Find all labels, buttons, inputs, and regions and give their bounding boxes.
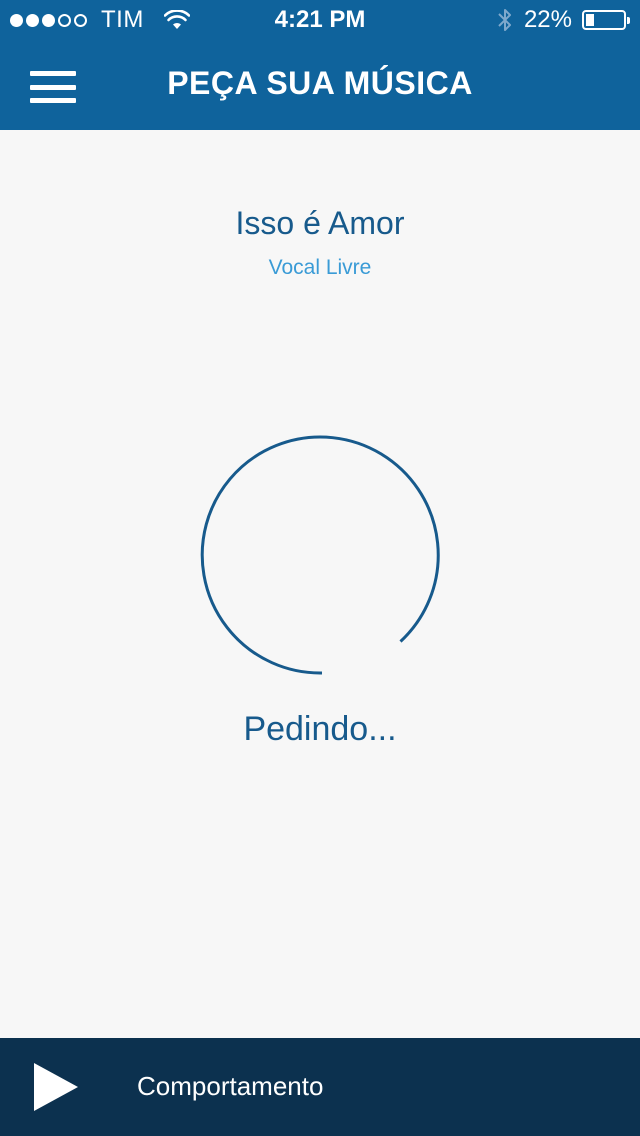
bluetooth-icon [498, 9, 511, 31]
mini-player: Comportamento [0, 1038, 640, 1136]
battery-percent: 22% [523, 6, 572, 33]
battery-icon [582, 10, 630, 30]
play-icon[interactable] [34, 1063, 78, 1111]
song-artist: Vocal Livre [268, 256, 372, 279]
app-header: TIM 4:21 PM 22% PEÇA SUA MÚSICA [0, 0, 640, 130]
loading-spinner [200, 435, 440, 675]
page-title: PEÇA SUA MÚSICA [167, 65, 473, 101]
request-status: Pedindo... [243, 710, 397, 748]
now-playing-track: Comportamento [137, 1071, 324, 1101]
status-bar: TIM 4:21 PM 22% [0, 0, 640, 40]
navigation-bar: PEÇA SUA MÚSICA [0, 40, 640, 130]
battery-level [586, 14, 594, 26]
song-title: Isso é Amor [235, 205, 405, 241]
